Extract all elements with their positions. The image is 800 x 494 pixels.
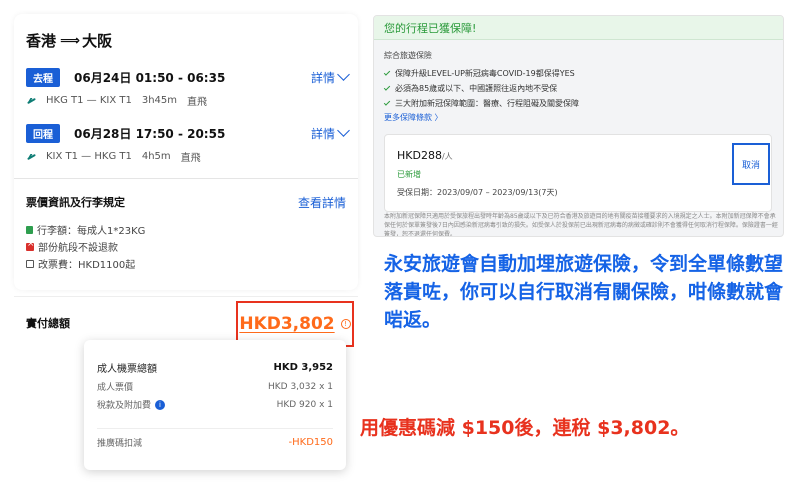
insurance-dates: 受保日期：2023/09/07 – 2023/09/13(7天) <box>397 188 558 197</box>
origin-city: 香港 <box>26 32 57 50</box>
tax-row: 稅款及附加費 i HKD 920 x 1 <box>97 398 333 411</box>
adult-total-label: 成人機票總額 <box>97 364 157 375</box>
insurance-price: HKD288/人 <box>397 149 453 162</box>
discount-row: 推廣碼扣減 -HKD150 <box>97 436 333 449</box>
return-badge: 回程 <box>26 123 60 143</box>
fare-rules-detail-link[interactable]: 查看詳情 <box>298 194 346 211</box>
cancel-insurance-button[interactable]: 取消 <box>732 143 770 185</box>
insurance-item-text: 三大附加新冠保障範圍：醫療、行程阻礙及關愛保障 <box>395 99 579 108</box>
outbound-datetime: 06月24日 01:50 - 06:35 <box>74 70 226 85</box>
route-title: 香港 ⟹ 大阪 <box>26 30 112 51</box>
change-fee-text: 改票費：HKD1100起 <box>38 260 136 271</box>
baggage-icon <box>26 225 33 234</box>
adult-fare-value: HKD 3,032 x 1 <box>268 381 333 392</box>
return-detail-button[interactable]: 詳情 <box>310 124 350 142</box>
discount-label: 推廣碼扣減 <box>97 439 143 449</box>
baggage-rule: 行李額：每成人1*23KG <box>26 222 145 237</box>
insurance-item-text: 保障升級LEVEL-UP新冠病毒COVID-19都保得YES <box>395 69 575 78</box>
return-detail-label: 詳情 <box>310 126 335 141</box>
annotation-caption-red: 用優惠碼減 $150後，連稅 $3,802。 <box>360 417 690 439</box>
destination-city: 大阪 <box>82 32 113 50</box>
insurance-price-unit: /人 <box>441 152 453 161</box>
baggage-text: 行李額：每成人1*23KG <box>37 226 146 237</box>
outbound-detail-button[interactable]: 詳情 <box>310 68 350 86</box>
total-amount[interactable]: HKD3,802 <box>239 314 334 334</box>
no-refund-icon <box>26 239 35 251</box>
check-icon <box>383 84 391 91</box>
outbound-leg: 去程 06月24日 01:50 - 06:35 詳情 HKG T1 — KIX … <box>26 67 350 108</box>
chevron-down-icon <box>337 68 350 81</box>
tax-value: HKD 920 x 1 <box>276 399 333 410</box>
outbound-route: HKG T1 — KIX T1 <box>46 95 132 106</box>
divider <box>97 428 333 429</box>
outbound-duration: 3h45m <box>141 95 178 106</box>
insurance-added-status: 已新增 <box>397 170 421 179</box>
outbound-stops: 直飛 <box>187 97 208 108</box>
adult-total-value: HKD 3,952 <box>273 362 333 373</box>
insurance-price-box: HKD288/人 已新增 受保日期：2023/09/07 – 2023/09/1… <box>384 134 772 212</box>
total-label: 實付總額 <box>26 317 70 330</box>
tax-label-group: 稅款及附加費 i <box>97 398 166 411</box>
return-route: KIX T1 — HKG T1 <box>46 151 132 162</box>
check-icon <box>383 99 391 106</box>
info-icon[interactable]: i <box>155 399 166 410</box>
outbound-detail-label: 詳情 <box>310 70 335 85</box>
refund-text: 部份航段不設退款 <box>38 243 118 254</box>
insurance-item: 必須為85歲或以下、中國護照往返內地不受保 <box>383 83 558 94</box>
discount-value: -HKD150 <box>288 437 333 448</box>
insurance-subtitle: 綜合旅遊保險 <box>384 51 432 60</box>
fare-rules-title: 票價資訊及行李規定 <box>26 196 125 209</box>
insurance-price-value: HKD288 <box>397 149 442 162</box>
return-stops: 直飛 <box>180 153 201 164</box>
adult-fare-label: 成人票價 <box>97 383 134 393</box>
flight-summary-card: 香港 ⟹ 大阪 去程 06月24日 01:50 - 06:35 詳情 HKG T… <box>14 14 358 290</box>
insurance-item: 三大附加新冠保障範圍：醫療、行程阻礙及關愛保障 <box>383 98 579 109</box>
adult-total-row: 成人機票總額 HKD 3,952 <box>97 360 333 375</box>
airline-logo-icon <box>26 152 36 162</box>
refund-rule: 部份航段不設退款 <box>26 239 118 254</box>
price-breakdown-popup: 成人機票總額 HKD 3,952 成人票價 HKD 3,032 x 1 稅款及附… <box>84 340 346 470</box>
return-leg: 回程 06月28日 17:50 - 20:55 詳情 KIX T1 — HKG … <box>26 123 350 164</box>
insurance-header: 您的行程已獲保障! <box>374 16 783 40</box>
insurance-item-text: 必須為85歲或以下、中國護照往返內地不受保 <box>395 84 558 93</box>
insurance-panel: 您的行程已獲保障! 綜合旅遊保險 保障升級LEVEL-UP新冠病毒COVID-1… <box>373 15 784 237</box>
return-datetime: 06月28日 17:50 - 20:55 <box>74 126 226 141</box>
insurance-fine-print: 本附加新冠保障只適用於受保旅程出發時年齡為85歲或以下及已符合香港及旅遊目的地有… <box>384 213 778 237</box>
chevron-down-icon <box>337 124 350 137</box>
annotation-caption-blue: 永安旅遊會自動加埋旅遊保險，令到全單條數望落貴咗，你可以自行取消有關保險，咁條數… <box>384 253 784 331</box>
tax-label: 稅款及附加費 <box>97 401 152 411</box>
outbound-badge: 去程 <box>26 67 60 87</box>
airline-logo-icon <box>26 96 36 106</box>
insurance-item: 保障升級LEVEL-UP新冠病毒COVID-19都保得YES <box>383 68 575 79</box>
more-coverage-link[interactable]: 更多保障條款 〉 <box>384 112 443 123</box>
change-fee-rule: 改票費：HKD1100起 <box>26 256 135 271</box>
route-arrow-icon: ⟹ <box>60 32 80 49</box>
divider <box>14 178 358 179</box>
info-icon[interactable]: ! <box>340 319 351 329</box>
check-icon <box>383 69 391 76</box>
adult-fare-row: 成人票價 HKD 3,032 x 1 <box>97 380 333 394</box>
return-duration: 4h5m <box>141 151 171 162</box>
calendar-icon <box>26 259 34 268</box>
